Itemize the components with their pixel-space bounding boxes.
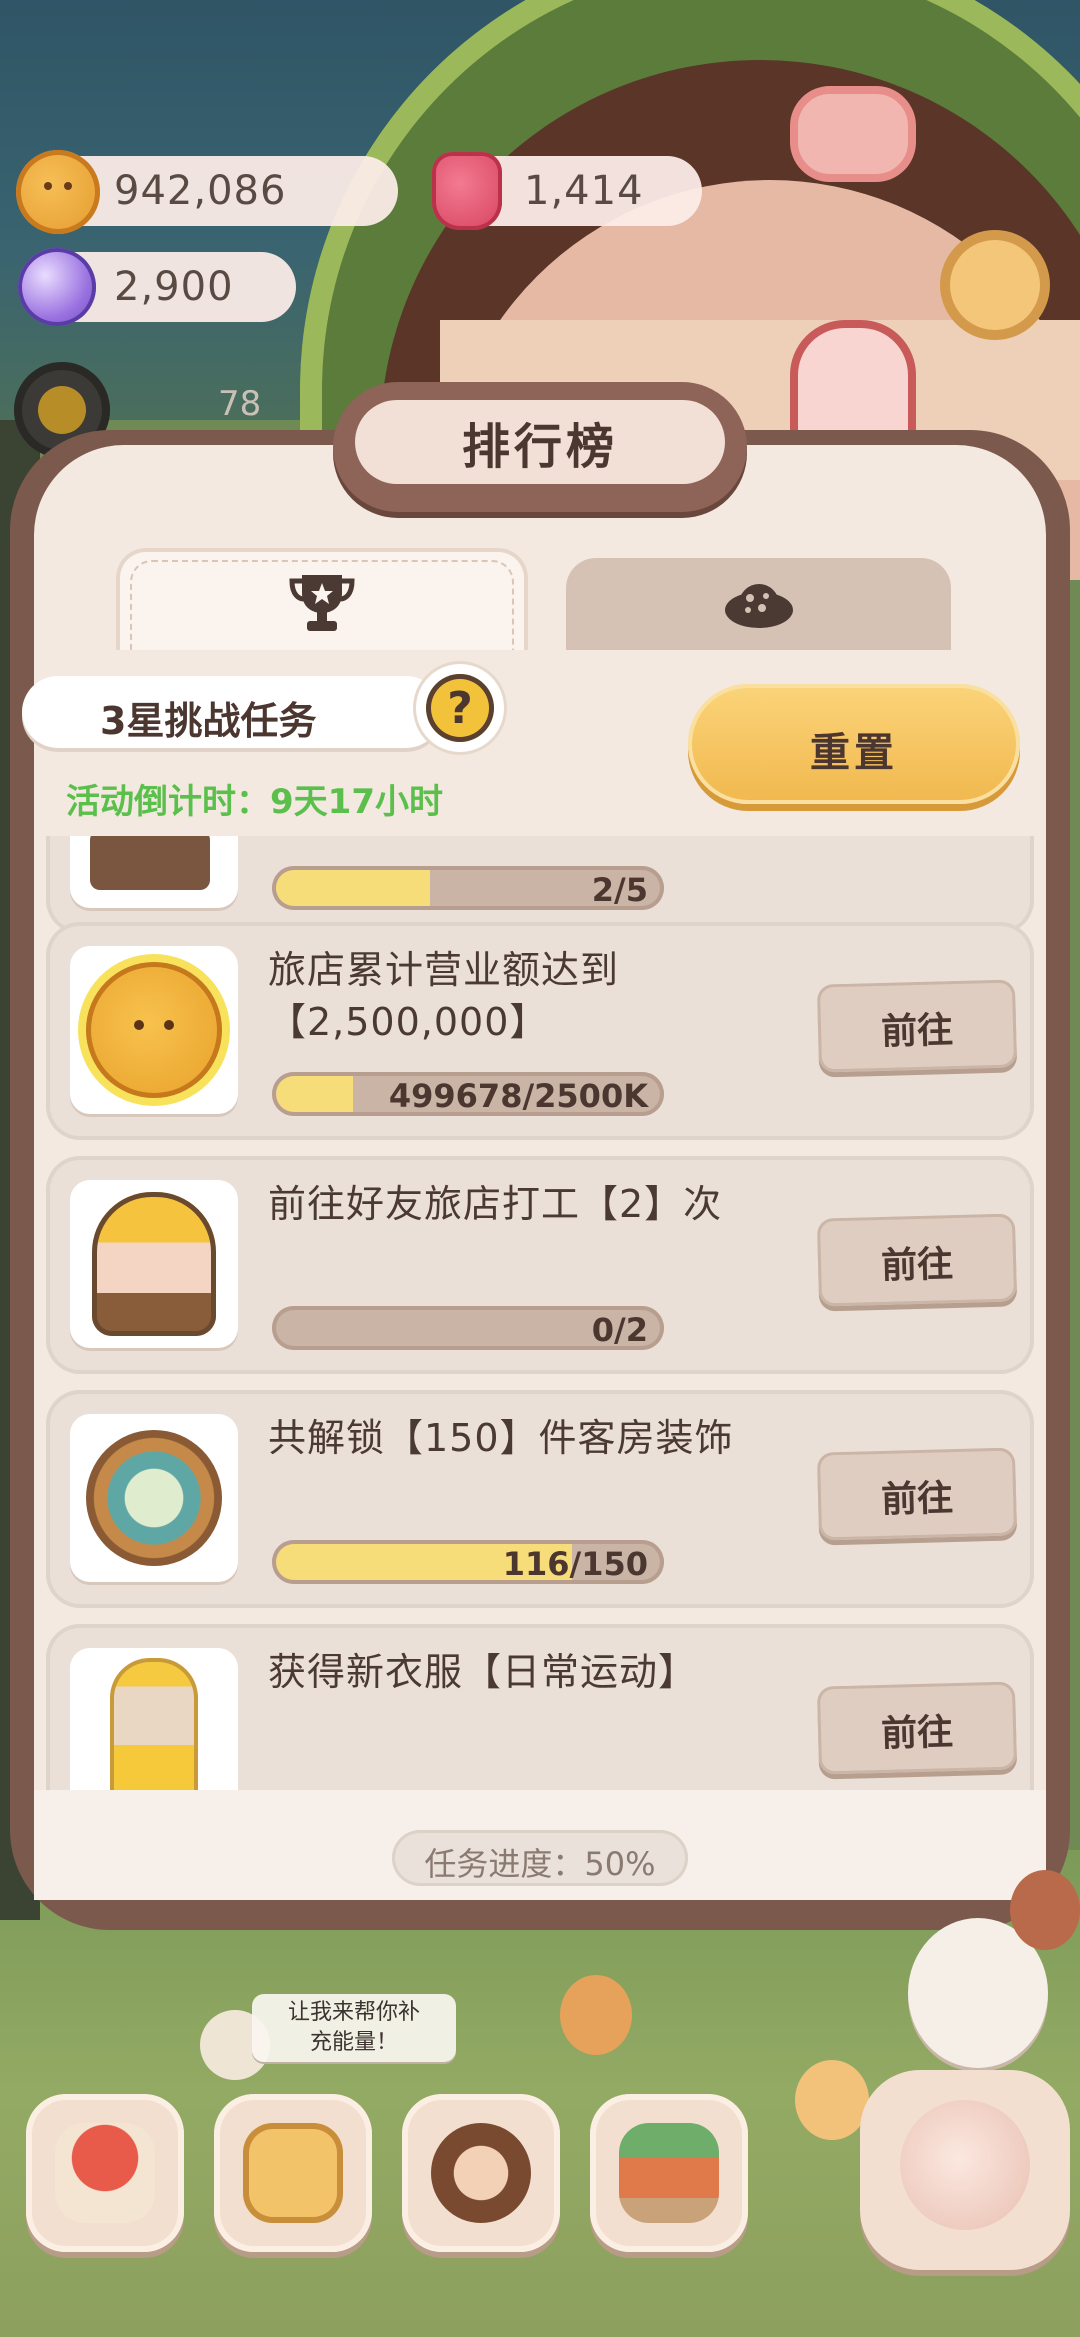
go-button[interactable]: 前往	[816, 979, 1018, 1073]
task-title: 获得新衣服【日常运动】	[268, 1650, 698, 1694]
go-button[interactable]: 前往	[816, 1213, 1018, 1307]
worker-character-icon	[92, 1192, 216, 1336]
character-portrait-icon	[431, 2123, 531, 2223]
decoration-medal-icon	[86, 1430, 222, 1566]
cookie-npc	[560, 1975, 632, 2055]
go-button-label: 前往	[880, 1244, 954, 1287]
heart-sign	[790, 86, 916, 182]
cookie-planet-icon	[724, 584, 793, 628]
task-progress-summary: 任务进度：50%	[392, 1830, 688, 1886]
tool-item-icon	[90, 836, 210, 890]
question-icon: ?	[426, 674, 494, 742]
go-button-label: 前往	[880, 1010, 954, 1053]
flower-decoration	[950, 240, 1040, 330]
reset-button-label: 重置	[810, 730, 898, 776]
tab-trophy[interactable]	[116, 548, 528, 658]
task-thumbnail	[70, 1414, 238, 1582]
go-button[interactable]: 前往	[816, 1681, 1018, 1775]
tab-cookie-planet[interactable]	[566, 558, 951, 658]
dock-character-button[interactable]	[402, 2094, 560, 2252]
outfit-doll-icon	[110, 1658, 198, 1790]
go-button-label: 前往	[880, 1478, 954, 1521]
task-thumbnail	[70, 1180, 238, 1348]
fish-pet-icon	[900, 2100, 1030, 2230]
task-title: 前往好友旅店打工【2】次	[268, 1182, 723, 1226]
dock-pet-button[interactable]	[860, 2070, 1070, 2270]
task-progress-text: 116/150	[502, 1545, 648, 1583]
crystal-count: 2,900	[114, 264, 234, 310]
task-row: 前往好友旅店打工【2】次 0/2 前往	[46, 1156, 1034, 1374]
modal-title-plate: 排行榜	[333, 382, 747, 512]
crystal-icon	[18, 248, 96, 326]
event-countdown: 活动倒计时：9天17小时	[66, 782, 443, 822]
dock-shop-button[interactable]	[590, 2094, 748, 2252]
task-progress-fill	[276, 1076, 353, 1112]
task-progress-summary-text: 任务进度：50%	[424, 1845, 656, 1883]
go-button[interactable]: 前往	[816, 1447, 1018, 1541]
cookie-npc	[1010, 1870, 1080, 1950]
reset-button[interactable]: 重置	[688, 684, 1020, 804]
shop-stall-icon	[619, 2123, 719, 2223]
task-progress-fill	[276, 870, 430, 906]
task-row: 2/5	[46, 836, 1034, 934]
cookie-npc	[795, 2060, 869, 2140]
task-row: 旅店累计营业额达到【2,500,000】 499678/2500K 前往	[46, 922, 1034, 1140]
challenge-title: 3星挑战任务	[100, 699, 317, 743]
cookie-coin-icon	[16, 150, 100, 234]
task-progress-bar: 499678/2500K	[272, 1072, 664, 1116]
dock-house-button[interactable]	[26, 2094, 184, 2252]
calendar-heart-icon	[243, 2123, 343, 2223]
task-title: 旅店累计营业额达到【2,500,000】	[268, 948, 620, 1044]
task-title: 共解锁【150】件客房装饰	[268, 1416, 734, 1460]
task-progress-bar: 116/150	[272, 1540, 664, 1584]
task-row: 共解锁【150】件客房装饰 116/150 前往	[46, 1390, 1034, 1608]
trophy-icon	[289, 575, 355, 631]
task-progress-bar: 2/5	[272, 866, 664, 910]
task-progress-bar: 0/2	[272, 1306, 664, 1350]
help-button[interactable]: ?	[416, 664, 504, 752]
go-button-label: 前往	[880, 1712, 954, 1755]
coin-count: 942,086	[114, 168, 287, 214]
modal-title: 排行榜	[461, 419, 618, 475]
house-window	[790, 320, 916, 446]
task-list[interactable]: 2/5 旅店累计营业额达到【2,500,000】 499678/2500K 前往…	[34, 836, 1046, 1790]
task-progress-text: 0/2	[591, 1311, 648, 1349]
task-thumbnail	[70, 1648, 238, 1790]
task-thumbnail	[70, 836, 238, 908]
npc-speech-bubble: 让我来帮你补 充能量！	[252, 1994, 456, 2062]
task-row: 获得新衣服【日常运动】 前往	[46, 1624, 1034, 1790]
task-progress-text: 499678/2500K	[388, 1077, 648, 1115]
task-thumbnail	[70, 946, 238, 1114]
mushroom-house-icon	[55, 2123, 155, 2223]
modal-title-inner: 排行榜	[355, 400, 725, 484]
challenge-title-pill: 3星挑战任务	[22, 676, 442, 748]
cookie-coin-icon	[86, 962, 222, 1098]
dock-calendar-button[interactable]	[214, 2094, 372, 2252]
gem-count: 1,414	[524, 168, 644, 214]
pink-gem-icon	[432, 152, 502, 230]
npc-speech-text: 让我来帮你补 充能量！	[287, 2000, 420, 2055]
task-progress-text: 2/5	[591, 871, 648, 909]
level-count: 78	[218, 384, 262, 424]
